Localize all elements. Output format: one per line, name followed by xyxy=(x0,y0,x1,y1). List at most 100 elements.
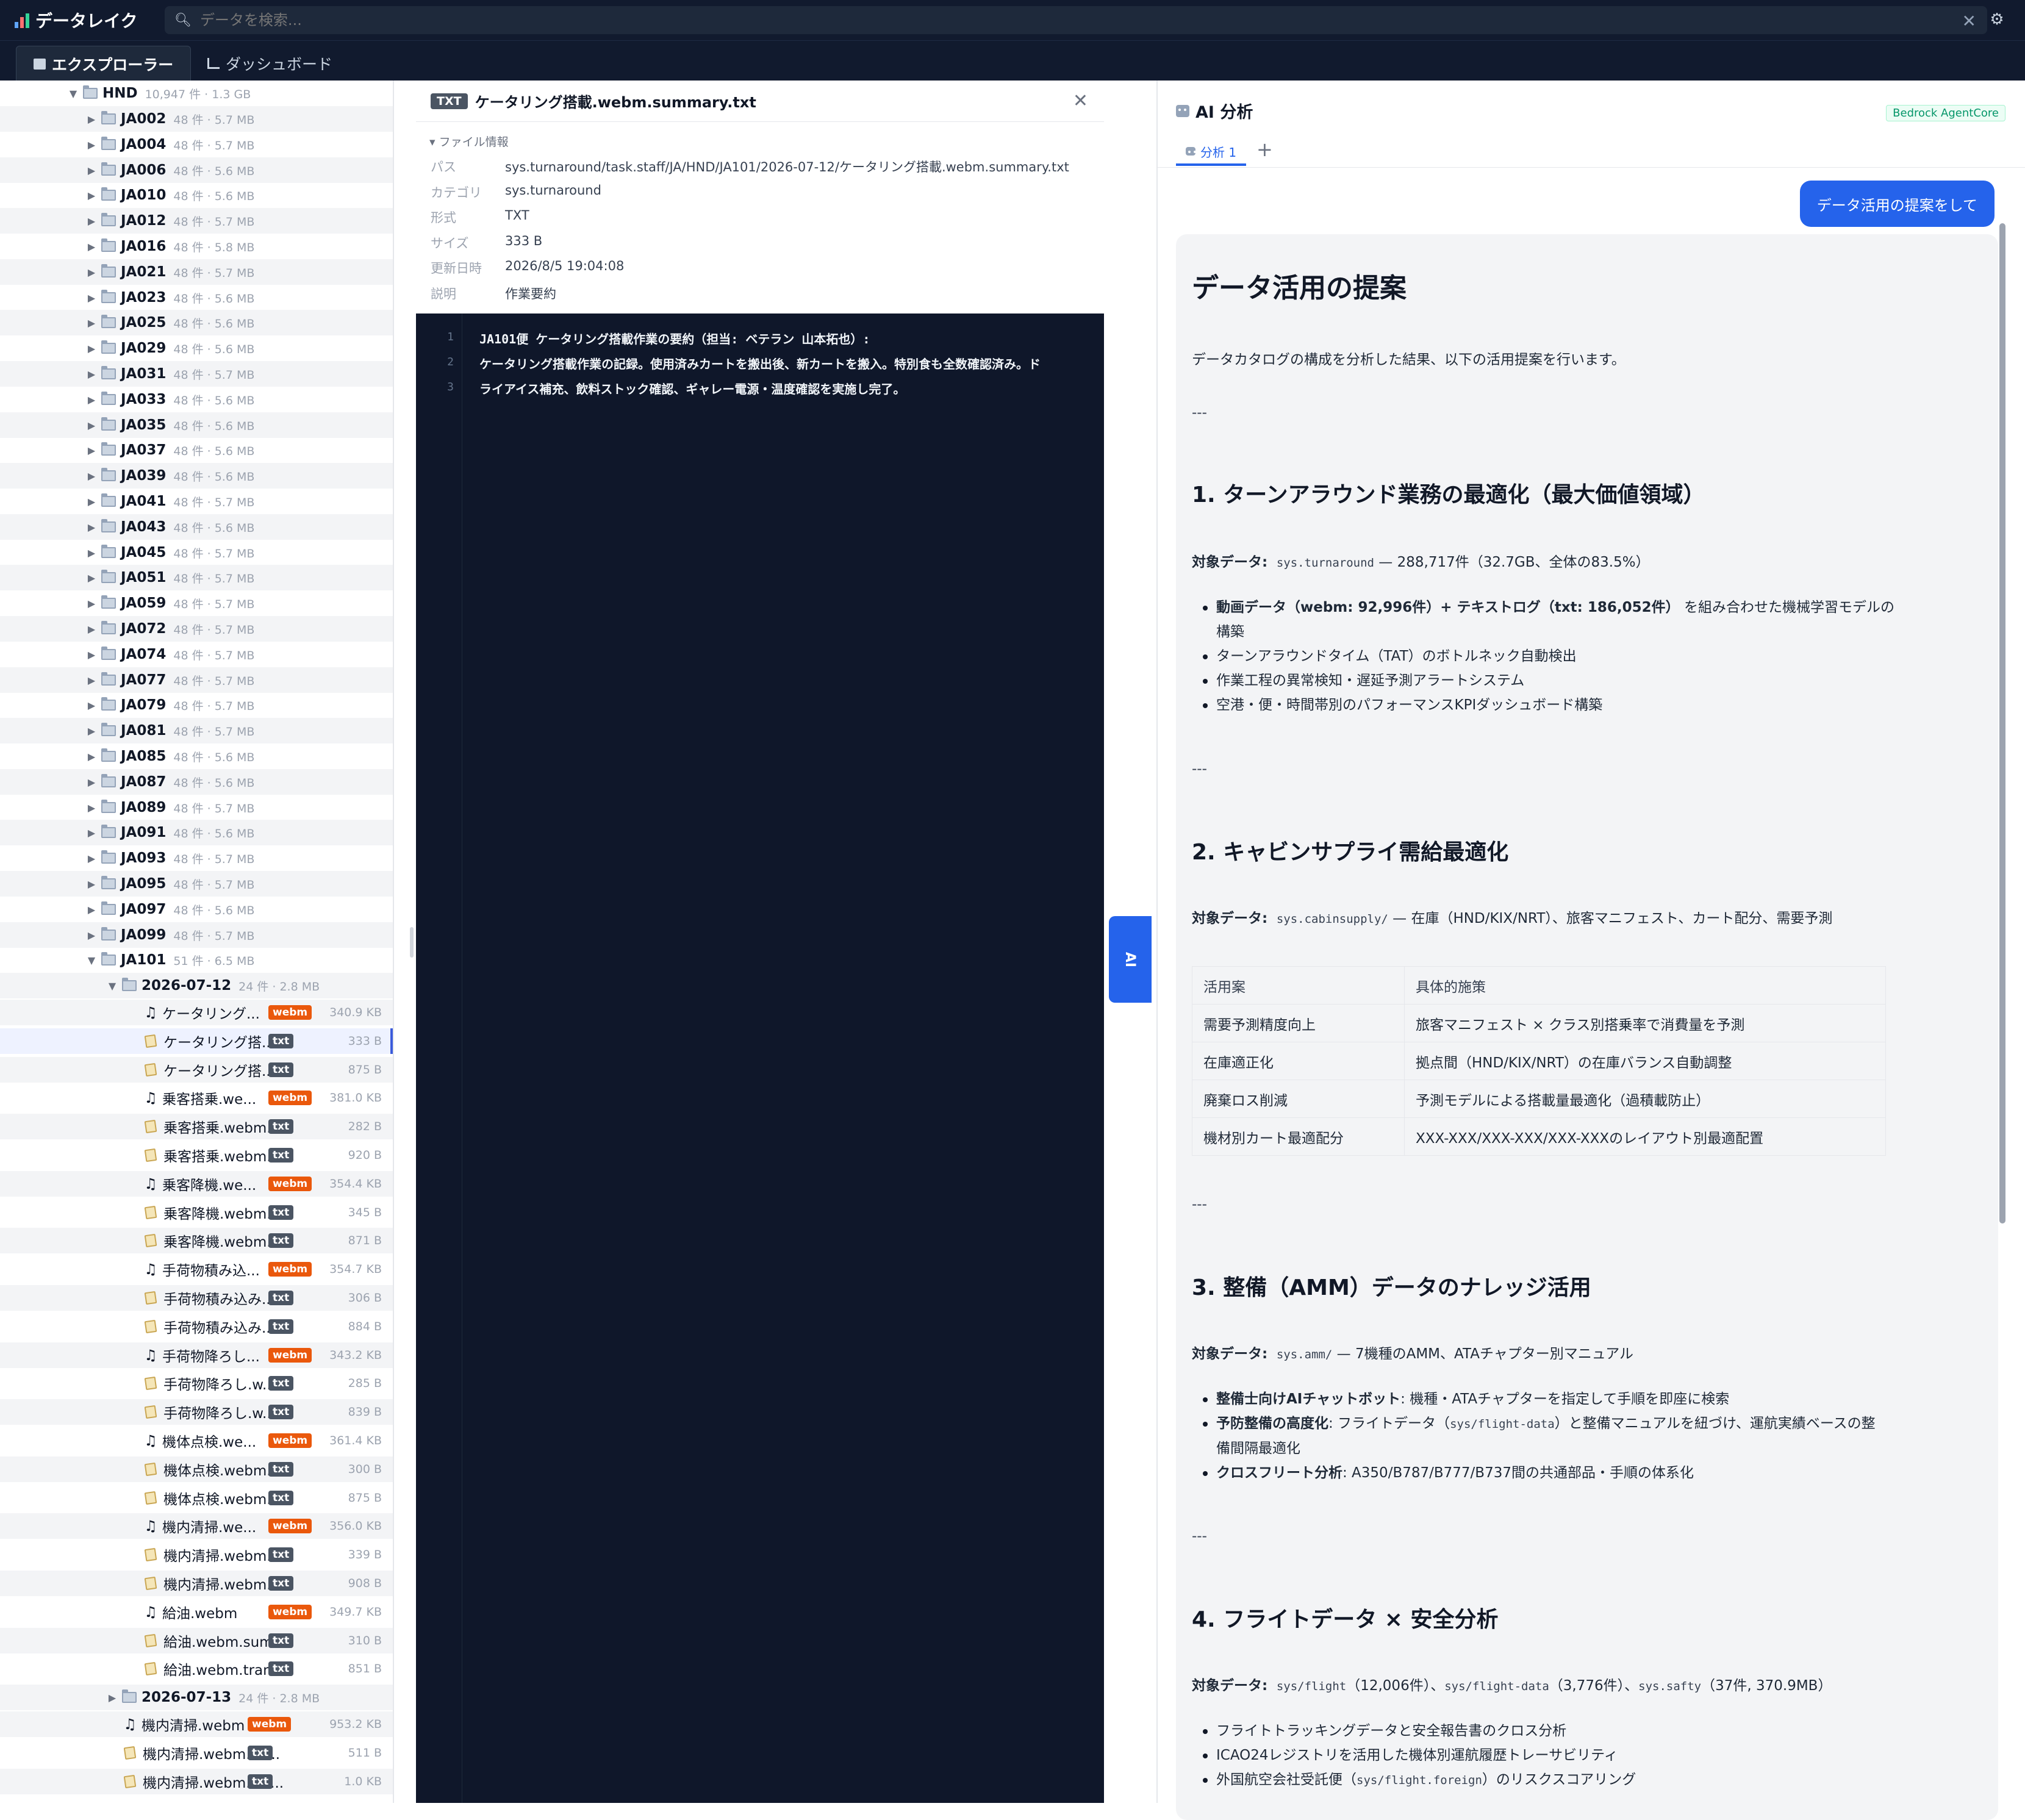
tree-file[interactable]: 機内清掃.webm.tra... txt 1.0 KB xyxy=(0,1769,393,1794)
clear-icon[interactable]: ✕ xyxy=(1962,11,1976,31)
tree-folder[interactable]: ▶ JA072 48 件 · 5.7 MB xyxy=(0,616,393,642)
tree-file[interactable]: 機体点検.webm.... txt 300 B xyxy=(0,1456,393,1482)
tree-folder[interactable]: ▶ JA035 48 件 · 5.6 MB xyxy=(0,412,393,438)
tree-folder[interactable]: ▶ JA077 48 件 · 5.7 MB xyxy=(0,667,393,693)
tree-file[interactable]: ♫ 乗客降機.we... webm 354.4 KB xyxy=(0,1171,393,1197)
tab-dashboard[interactable]: ダッシュボード xyxy=(190,46,349,81)
tree-folder[interactable]: ▶ JA016 48 件 · 5.8 MB xyxy=(0,234,393,259)
tab-explorer[interactable]: エクスプローラー xyxy=(16,46,192,81)
tree-folder[interactable]: ▶ JA039 48 件 · 5.6 MB xyxy=(0,463,393,489)
chevron-right-icon[interactable]: ▶ xyxy=(85,725,98,737)
gear-icon[interactable]: ⚙ xyxy=(1986,9,2008,30)
tree-file[interactable]: 機内清掃.webm.su... txt 511 B xyxy=(0,1740,393,1766)
tree-file[interactable]: 機体点検.webm.... txt 875 B xyxy=(0,1485,393,1511)
tree-file[interactable]: 機内清掃.webm.... txt 339 B xyxy=(0,1542,393,1567)
chevron-right-icon[interactable]: ▶ xyxy=(85,445,98,456)
tree-folder[interactable]: ▶ JA093 48 件 · 5.7 MB xyxy=(0,845,393,871)
tree-folder[interactable]: ▶ JA085 48 件 · 5.6 MB xyxy=(0,743,393,769)
chevron-down-icon[interactable]: ▼ xyxy=(106,980,118,992)
tree-folder[interactable]: ▶ JA002 48 件 · 5.7 MB xyxy=(0,106,393,132)
tree-folder[interactable]: ▶ JA091 48 件 · 5.6 MB xyxy=(0,820,393,845)
add-tab-button[interactable]: + xyxy=(1256,138,1273,161)
tab-analysis-1[interactable]: 分析 1 xyxy=(1176,139,1247,166)
chevron-right-icon[interactable]: ▶ xyxy=(85,547,98,559)
tree-folder[interactable]: ▶ JA051 48 件 · 5.7 MB xyxy=(0,565,393,590)
tree-file[interactable]: ♫ 乗客搭乗.we... webm 381.0 KB xyxy=(0,1085,393,1111)
chevron-right-icon[interactable]: ▶ xyxy=(85,802,98,814)
tree-folder[interactable]: ▶ JA010 48 件 · 5.6 MB xyxy=(0,182,393,208)
file-info-toggle[interactable]: ▾ ファイル情報 xyxy=(429,133,509,149)
tree-file[interactable]: ♫ 給油.webm webm 349.7 KB xyxy=(0,1599,393,1625)
chevron-right-icon[interactable]: ▶ xyxy=(85,394,98,406)
chevron-down-icon[interactable]: ▼ xyxy=(67,88,79,99)
chevron-right-icon[interactable]: ▶ xyxy=(85,420,98,431)
tree-file[interactable]: 手荷物積み込み.... txt 884 B xyxy=(0,1314,393,1339)
tree-root-hnd[interactable]: ▼ HND 10,947 件 · 1.3 GB xyxy=(0,81,393,106)
tree-file[interactable]: 給油.webm.tran... txt 851 B xyxy=(0,1656,393,1682)
chevron-right-icon[interactable]: ▶ xyxy=(85,368,98,380)
tree-folder[interactable]: ▶ JA021 48 件 · 5.7 MB xyxy=(0,259,393,285)
tree-folder[interactable]: ▶ JA095 48 件 · 5.7 MB xyxy=(0,871,393,897)
tree-file[interactable]: ♫ 手荷物降ろし... webm 343.2 KB xyxy=(0,1342,393,1368)
chevron-right-icon[interactable]: ▶ xyxy=(85,292,98,304)
tree-folder[interactable]: ▶ JA004 48 件 · 5.7 MB xyxy=(0,132,393,157)
tree-file[interactable]: ♫ 機体点検.we... webm 361.4 KB xyxy=(0,1428,393,1453)
close-icon[interactable]: ✕ xyxy=(1073,90,1088,112)
tree-file[interactable]: ケータリング搭... txt 875 B xyxy=(0,1057,393,1083)
tree-folder[interactable]: ▶ JA099 48 件 · 5.7 MB xyxy=(0,922,393,948)
tree-folder-open[interactable]: ▼ JA101 51 件 · 6.5 MB xyxy=(0,947,393,973)
chevron-right-icon[interactable]: ▶ xyxy=(85,904,98,915)
chevron-right-icon[interactable]: ▶ xyxy=(85,930,98,941)
search-box[interactable]: 🔍︎ ✕ xyxy=(165,6,1987,34)
chevron-right-icon[interactable]: ▶ xyxy=(85,190,98,201)
tree-folder[interactable]: ▶ JA079 48 件 · 5.7 MB xyxy=(0,692,393,718)
tree-file[interactable]: ケータリング搭... txt 333 B xyxy=(0,1028,393,1054)
tree-file[interactable]: 機内清掃.webm.... txt 908 B xyxy=(0,1571,393,1596)
chevron-right-icon[interactable]: ▶ xyxy=(85,623,98,635)
tree-folder[interactable]: ▶ JA025 48 件 · 5.6 MB xyxy=(0,310,393,335)
chevron-right-icon[interactable]: ▶ xyxy=(85,853,98,864)
tree-file[interactable]: 乗客降機.webm.... txt 345 B xyxy=(0,1200,393,1225)
tree-file[interactable]: 手荷物降ろし.w... txt 839 B xyxy=(0,1399,393,1425)
chevron-right-icon[interactable]: ▶ xyxy=(85,572,98,584)
panel-resize-handle[interactable] xyxy=(410,927,414,958)
tree-folder[interactable]: ▶ JA059 48 件 · 5.7 MB xyxy=(0,590,393,616)
chevron-right-icon[interactable]: ▶ xyxy=(85,113,98,125)
chevron-right-icon[interactable]: ▶ xyxy=(85,496,98,507)
chevron-right-icon[interactable]: ▶ xyxy=(85,649,98,661)
tree-date-folder[interactable]: ▶ 2026-07-13 24 件 · 2.8 MB xyxy=(0,1685,393,1710)
tree-file[interactable]: 乗客搭乗.webm.... txt 920 B xyxy=(0,1142,393,1168)
tree-folder[interactable]: ▶ JA089 48 件 · 5.7 MB xyxy=(0,795,393,820)
tree-folder[interactable]: ▶ JA074 48 件 · 5.7 MB xyxy=(0,642,393,667)
tree-folder[interactable]: ▶ JA087 48 件 · 5.6 MB xyxy=(0,769,393,795)
chevron-right-icon[interactable]: ▶ xyxy=(85,521,98,533)
tree-file[interactable]: ♫ ケータリング... webm 340.9 KB xyxy=(0,1000,393,1025)
tree-file[interactable]: ♫ 機内清掃.webm webm 953.2 KB xyxy=(0,1711,393,1737)
chat-scrollbar[interactable] xyxy=(1999,223,2005,1223)
tree-folder[interactable]: ▶ JA041 48 件 · 5.7 MB xyxy=(0,489,393,514)
chevron-right-icon[interactable]: ▶ xyxy=(85,751,98,762)
tree-file[interactable]: 乗客降機.webm.... txt 871 B xyxy=(0,1228,393,1253)
chevron-right-icon[interactable]: ▶ xyxy=(85,139,98,151)
chevron-right-icon[interactable]: ▶ xyxy=(85,470,98,482)
chevron-right-icon[interactable]: ▶ xyxy=(85,267,98,278)
chevron-right-icon[interactable]: ▶ xyxy=(85,215,98,227)
tree-file[interactable]: ♫ 機内清掃.we... webm 356.0 KB xyxy=(0,1513,393,1539)
chevron-right-icon[interactable]: ▶ xyxy=(85,700,98,711)
tree-folder[interactable]: ▶ JA045 48 件 · 5.7 MB xyxy=(0,540,393,565)
tree-file[interactable]: 乗客搭乗.webm.... txt 282 B xyxy=(0,1114,393,1139)
tree-folder[interactable]: ▶ JA097 48 件 · 5.6 MB xyxy=(0,897,393,922)
chevron-right-icon[interactable]: ▶ xyxy=(85,598,98,609)
tree-file[interactable]: 給油.webm.sum... txt 310 B xyxy=(0,1628,393,1653)
chevron-right-icon[interactable]: ▶ xyxy=(106,1692,118,1704)
chevron-right-icon[interactable]: ▶ xyxy=(85,827,98,839)
tree-folder[interactable]: ▶ JA081 48 件 · 5.7 MB xyxy=(0,718,393,743)
tree-date-folder[interactable]: ▼ 2026-07-12 24 件 · 2.8 MB xyxy=(0,973,393,998)
chevron-right-icon[interactable]: ▶ xyxy=(85,776,98,788)
ai-panel-toggle[interactable]: AI xyxy=(1109,916,1152,1003)
chevron-right-icon[interactable]: ▶ xyxy=(85,241,98,253)
chevron-right-icon[interactable]: ▶ xyxy=(85,343,98,354)
tree-file[interactable]: 手荷物降ろし.w... txt 285 B xyxy=(0,1370,393,1396)
tree-folder[interactable]: ▶ JA023 48 件 · 5.6 MB xyxy=(0,285,393,310)
tree-folder[interactable]: ▶ JA029 48 件 · 5.6 MB xyxy=(0,335,393,361)
